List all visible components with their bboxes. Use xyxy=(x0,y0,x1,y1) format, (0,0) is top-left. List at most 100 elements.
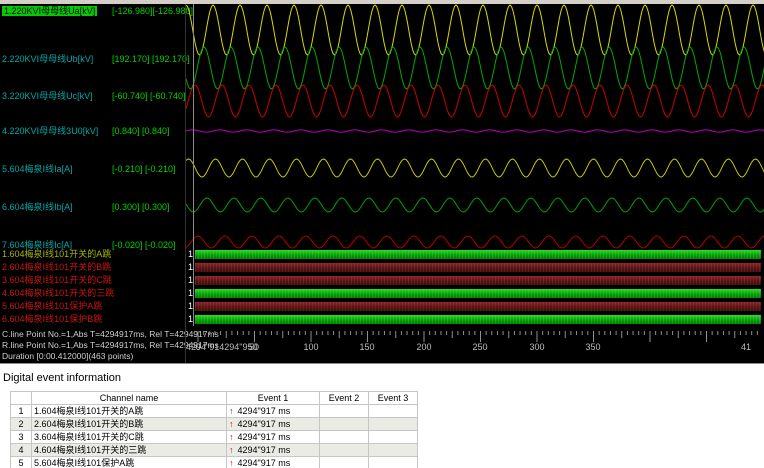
digital-channel-label[interactable]: 4.604梅泉Ⅰ线101开关的三跳 xyxy=(2,288,114,299)
rising-edge-icon: ↑ xyxy=(229,406,234,416)
analog-channel-label[interactable]: 1.220KVⅠ母母线Ua[kV] xyxy=(2,6,98,16)
digital-state-bar xyxy=(195,276,761,285)
event-panel: Digital event information Channel name Ev… xyxy=(0,363,764,468)
waveform-trace xyxy=(186,129,764,133)
waveform-trace xyxy=(186,46,764,90)
analog-waveforms xyxy=(186,4,764,249)
digital-bar-row[interactable]: 1 xyxy=(186,288,764,299)
waveform-trace xyxy=(186,158,764,178)
axis-tick-label: 150 xyxy=(359,342,375,352)
digital-channel-label[interactable]: 1.604梅泉Ⅰ线101开关的A跳 xyxy=(2,249,111,260)
event-table-col-header: Channel name xyxy=(31,391,227,405)
digital-state-bar xyxy=(195,315,761,324)
event-table-row[interactable]: 1 1.604梅泉Ⅰ线101开关的A跳 ↑ 4294"917 ms xyxy=(10,404,418,418)
event-3-cell xyxy=(368,404,418,418)
event-channel-name: 5.604梅泉Ⅰ线101保护A跳 xyxy=(31,456,227,468)
digital-bar-row[interactable]: 1 xyxy=(186,249,764,260)
analog-channel-values: [0.300] [0.300] xyxy=(112,202,170,212)
time-axis-labels: 4294"914294"950 0 50 100 150 200 250 300 350 41 xyxy=(186,342,764,354)
analog-channel-label[interactable]: 5.604梅泉Ⅰ线Ia[A] xyxy=(2,164,73,174)
event-table-col-header: Event 3 xyxy=(368,391,418,405)
event-table-col-header xyxy=(10,391,32,405)
event-row-number: 2 xyxy=(10,417,32,431)
event-2-cell xyxy=(319,456,369,468)
analog-channel-row[interactable]: 4.220KVⅠ母母线3U0[kV] [0.840] [0.840] xyxy=(2,126,170,137)
event-channel-name: 1.604梅泉Ⅰ线101开关的A跳 xyxy=(31,404,227,418)
digital-bar-row[interactable]: 1 xyxy=(186,314,764,325)
event-row-number: 5 xyxy=(10,456,32,468)
event-1-time: 4294"917 ms xyxy=(237,432,291,442)
digital-bar-row[interactable]: 1 xyxy=(186,262,764,273)
digital-state-bar xyxy=(195,263,761,272)
analog-channel-label[interactable]: 2.220KVⅠ母母线Ub[kV] xyxy=(2,54,93,64)
event-table-col-header: Event 1 xyxy=(226,391,320,405)
analog-channel-values: [192.170] [192.170] xyxy=(112,54,190,64)
event-table-row[interactable]: 3 3.604梅泉Ⅰ线101开关的C跳 ↑ 4294"917 ms xyxy=(10,430,418,444)
event-2-cell xyxy=(319,430,369,444)
analog-channel-label[interactable]: 3.220KVⅠ母母线Uc[kV] xyxy=(2,91,93,101)
analog-channel-values: [0.840] [0.840] xyxy=(112,126,170,136)
event-1-cell: ↑ 4294"917 ms xyxy=(226,443,320,457)
event-2-cell xyxy=(319,443,369,457)
axis-tick-label: 300 xyxy=(529,342,545,352)
analog-channel-row[interactable]: 6.604梅泉Ⅰ线Ib[A] [0.300] [0.300] xyxy=(2,202,170,213)
digital-channel-label[interactable]: 6.604梅泉Ⅰ线101保护B跳 xyxy=(2,314,102,325)
analog-channel-label[interactable]: 6.604梅泉Ⅰ线Ib[A] xyxy=(2,202,73,212)
analog-channel-row[interactable]: 5.604梅泉Ⅰ线Ia[A] [-0.210] [-0.210] xyxy=(2,164,176,175)
event-table-row[interactable]: 4 4.604梅泉Ⅰ线101开关的三跳 ↑ 4294"917 ms xyxy=(10,443,418,457)
digital-bar-row[interactable]: 1 xyxy=(186,301,764,312)
event-table: Channel name Event 1 Event 2 Event 3 1 1.604… xyxy=(10,391,418,468)
analog-channel-row[interactable]: 1.220KVⅠ母母线Ua[kV] [-126.980][-126.980] xyxy=(2,6,193,17)
event-row-number: 4 xyxy=(10,443,32,457)
event-3-cell xyxy=(368,443,418,457)
cursor-line[interactable] xyxy=(193,4,194,326)
event-channel-name: 4.604梅泉Ⅰ线101开关的三跳 xyxy=(31,443,227,457)
analog-channel-row[interactable]: 3.220KVⅠ母母线Uc[kV] [-60.740] [-60.740] xyxy=(2,91,186,102)
digital-channel-label[interactable]: 5.604梅泉Ⅰ线101保护A跳 xyxy=(2,301,102,312)
rising-edge-icon: ↑ xyxy=(229,458,234,468)
analog-channel-values: [-0.020] [-0.020] xyxy=(112,240,176,250)
wave-area[interactable]: 111111 4294"914294"950 0 50 100 150 200 250 300… xyxy=(185,4,764,363)
fault-recorder-window: 1.220KVⅠ母母线Ua[kV] [-126.980][-126.980] 2.2… xyxy=(0,0,764,468)
channel-panel: 1.220KVⅠ母母线Ua[kV] [-126.980][-126.980] 2.2… xyxy=(0,0,219,363)
duration-status: Duration [0:00.412000](463 points) xyxy=(2,351,134,361)
event-table-header: Channel name Event 1 Event 2 Event 3 xyxy=(10,391,418,405)
analog-channel-row[interactable]: 2.220KVⅠ母母线Ub[kV] [192.170] [192.170] xyxy=(2,54,190,65)
event-table-row[interactable]: 5 5.604梅泉Ⅰ线101保护A跳 ↑ 4294"917 ms xyxy=(10,456,418,468)
event-table-body: 1 1.604梅泉Ⅰ线101开关的A跳 ↑ 4294"917 ms 2 2.604梅泉Ⅰ线… xyxy=(10,404,418,468)
event-row-number: 3 xyxy=(10,430,32,444)
event-3-cell xyxy=(368,456,418,468)
axis-tick-label: 41 xyxy=(740,342,752,352)
rising-edge-icon: ↑ xyxy=(229,432,234,442)
event-1-cell: ↑ 4294"917 ms xyxy=(226,456,320,468)
waveform-trace xyxy=(186,84,764,118)
digital-bar-row[interactable]: 1 xyxy=(186,275,764,286)
event-2-cell xyxy=(319,417,369,431)
digital-channel-label[interactable]: 2.604梅泉Ⅰ线101开关的B跳 xyxy=(2,262,111,273)
event-2-cell xyxy=(319,404,369,418)
analog-channel-values: [-60.740] [-60.740] xyxy=(112,91,186,101)
waveform-viewer: 1.220KVⅠ母母线Ua[kV] [-126.980][-126.980] 2.2… xyxy=(0,0,764,363)
waveform-trace xyxy=(186,235,764,249)
axis-tick-label: 50 xyxy=(248,342,260,352)
event-1-cell: ↑ 4294"917 ms xyxy=(226,404,320,418)
digital-state-bar xyxy=(195,250,761,259)
event-table-row[interactable]: 2 2.604梅泉Ⅰ线101开关的B跳 ↑ 4294"917 ms xyxy=(10,417,418,431)
event-1-time: 4294"917 ms xyxy=(237,406,291,416)
event-panel-title: Digital event information xyxy=(3,372,122,384)
analog-channel-values: [-0.210] [-0.210] xyxy=(112,164,176,174)
analog-channel-values: [-126.980][-126.980] xyxy=(112,6,194,16)
analog-channel-label[interactable]: 4.220KVⅠ母母线3U0[kV] xyxy=(2,126,98,136)
event-3-cell xyxy=(368,430,418,444)
event-row-number: 1 xyxy=(10,404,32,418)
axis-tick-label: 250 xyxy=(472,342,488,352)
event-1-cell: ↑ 4294"917 ms xyxy=(226,430,320,444)
axis-tick-label: 200 xyxy=(416,342,432,352)
event-channel-name: 2.604梅泉Ⅰ线101开关的B跳 xyxy=(31,417,227,431)
event-table-col-header: Event 2 xyxy=(319,391,369,405)
digital-channel-label[interactable]: 3.604梅泉Ⅰ线101开关的C跳 xyxy=(2,275,112,286)
axis-tick-label: 100 xyxy=(303,342,319,352)
event-1-cell: ↑ 4294"917 ms xyxy=(226,417,320,431)
digital-state-bar xyxy=(195,302,761,311)
axis-tick-label: 350 xyxy=(585,342,601,352)
